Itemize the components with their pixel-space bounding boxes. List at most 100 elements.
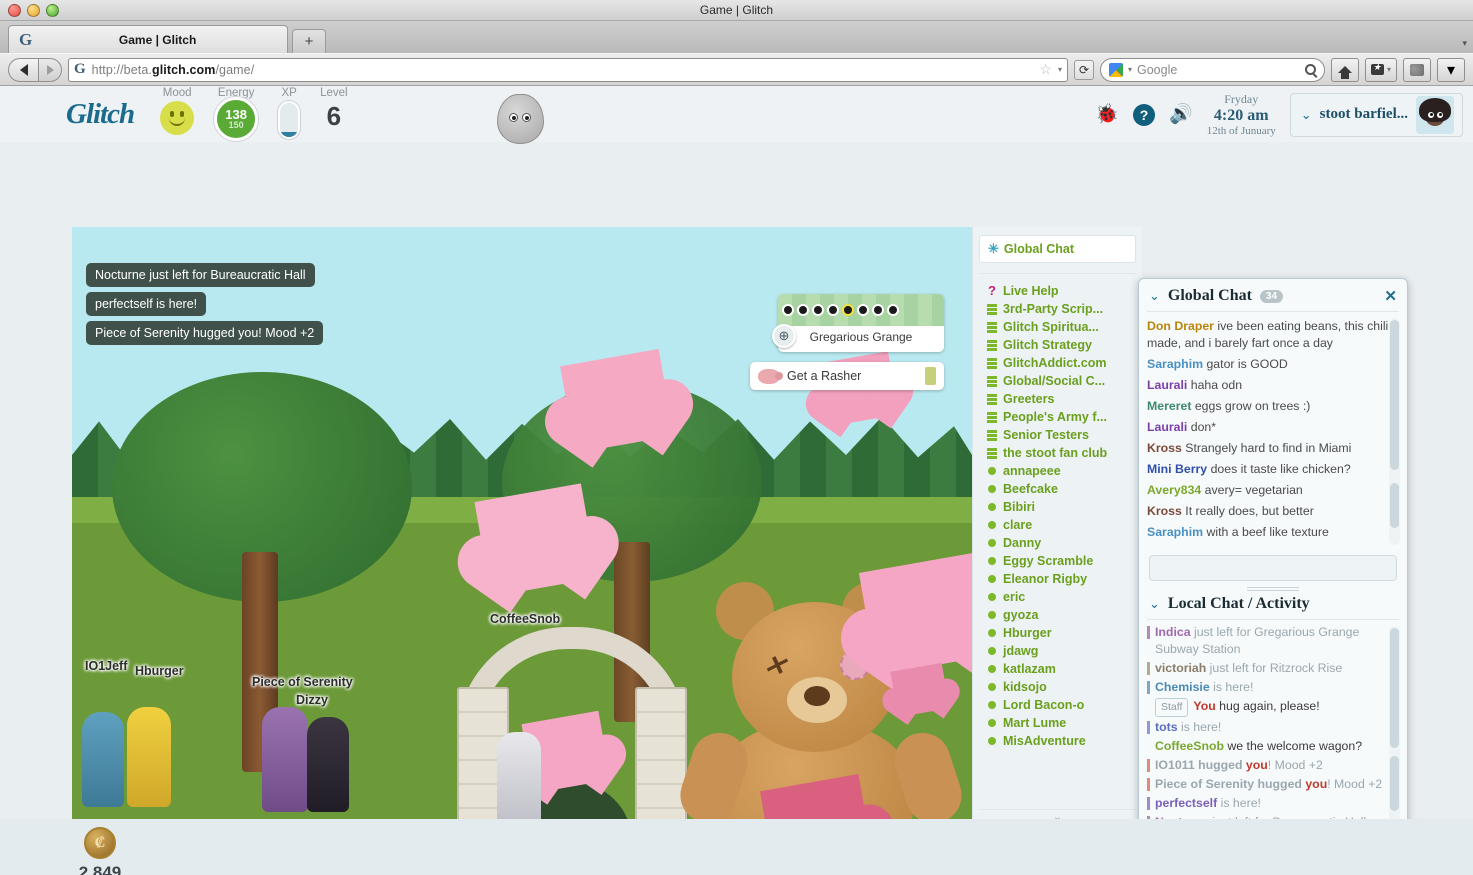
friend-list-item[interactable]: Glitch Strategy xyxy=(987,336,1130,354)
friend-list-item[interactable]: Beefcake xyxy=(987,480,1130,498)
minimap-zoom-icon[interactable]: ⊕ xyxy=(772,324,796,348)
activity-author[interactable]: Piece of Serenity hugged xyxy=(1155,777,1302,791)
friend-list-item[interactable]: Lord Bacon-o xyxy=(987,696,1130,714)
back-button[interactable] xyxy=(8,57,38,82)
chat-message-author[interactable]: Laurali xyxy=(1147,420,1191,434)
energy-stat[interactable]: Energy 138 150 xyxy=(214,87,259,141)
friend-list-item[interactable]: Greeters xyxy=(987,390,1130,408)
activity-author[interactable]: IO1011 hugged xyxy=(1155,758,1242,772)
friend-list-item[interactable]: kidsojo xyxy=(987,678,1130,696)
sound-icon[interactable]: 🔊 xyxy=(1169,105,1193,124)
friend-list-item[interactable]: Glitch Spiritua... xyxy=(987,318,1130,336)
minimap[interactable]: Gregarious Grange xyxy=(778,294,944,352)
chat-message-author[interactable]: Don Draper xyxy=(1147,319,1217,333)
user-menu-button[interactable]: ⌄ stoot barfiel... xyxy=(1289,92,1463,137)
tab-list-chevron-icon[interactable]: ▾ xyxy=(1462,38,1467,49)
local-chat-messages[interactable]: Indica just left for Gregarious Grange S… xyxy=(1147,619,1400,837)
search-input[interactable]: Google xyxy=(1137,63,1300,77)
player-character[interactable] xyxy=(497,732,541,830)
activity-author[interactable]: perfectself xyxy=(1155,796,1217,810)
local-chat-scrollbar[interactable] xyxy=(1389,626,1400,833)
friend-list-item[interactable]: Eleanor Rigby xyxy=(987,570,1130,588)
friend-list-item[interactable]: annapeee xyxy=(987,462,1130,480)
glitch-logo[interactable]: Glitch xyxy=(66,98,135,131)
bookmark-chevron-icon[interactable]: ▾ xyxy=(1058,65,1062,74)
friend-list-item[interactable]: ? Live Help xyxy=(987,282,1130,300)
friend-list-item[interactable]: MisAdventure xyxy=(987,732,1130,750)
currants-display[interactable]: ₡ 2,849 Currants xyxy=(70,827,130,875)
close-icon[interactable]: ✕ xyxy=(1384,287,1397,305)
forward-button[interactable] xyxy=(38,57,62,82)
minimap-stop[interactable] xyxy=(827,304,839,316)
minimap-stop[interactable] xyxy=(857,304,869,316)
activity-author[interactable]: CoffeeSnob xyxy=(1155,739,1224,753)
minimap-stop[interactable] xyxy=(797,304,809,316)
chat-message-author[interactable]: Laurali xyxy=(1147,378,1191,392)
bookmarks-button[interactable]: ▾ xyxy=(1364,57,1397,82)
resize-grip[interactable] xyxy=(1139,585,1407,593)
player-character[interactable] xyxy=(307,717,349,812)
local-chat-chevron-down-icon[interactable]: ⌄ xyxy=(1149,596,1160,612)
tools-button[interactable] xyxy=(1403,57,1431,82)
chat-message-author[interactable]: Mereret xyxy=(1147,399,1195,413)
activity-author[interactable]: tots xyxy=(1155,720,1178,734)
global-chat-input[interactable] xyxy=(1149,555,1397,581)
chat-message-author[interactable]: Saraphim xyxy=(1147,525,1206,539)
activity-author[interactable]: victoriah xyxy=(1155,661,1206,675)
chat-message-author[interactable]: Mini Berry xyxy=(1147,462,1211,476)
home-button[interactable] xyxy=(1330,57,1359,82)
friend-list-item[interactable]: Bibiri xyxy=(987,498,1130,516)
player-character[interactable] xyxy=(82,712,124,807)
bug-report-icon[interactable]: 🐞 xyxy=(1095,105,1119,124)
friend-list-item[interactable]: gyoza xyxy=(987,606,1130,624)
global-chat-chevron-down-icon[interactable]: ⌄ xyxy=(1149,288,1160,304)
search-bar[interactable]: ▾ Google xyxy=(1099,57,1325,82)
new-tab-button[interactable]: + xyxy=(292,29,326,53)
friend-list-item[interactable]: GlitchAddict.com xyxy=(987,354,1130,372)
friend-list-item[interactable]: eric xyxy=(987,588,1130,606)
player-character[interactable] xyxy=(262,707,308,812)
friend-list-item[interactable]: 3rd-Party Scrip... xyxy=(987,300,1130,318)
global-chat-header[interactable]: ⌄ Global Chat 34 ✕ xyxy=(1139,279,1407,311)
help-icon[interactable]: ? xyxy=(1133,103,1156,126)
friend-list-item[interactable]: People's Army f... xyxy=(987,408,1130,426)
tools-menu-chevron[interactable]: ▾ xyxy=(1437,57,1465,82)
global-chat-scrollbar[interactable] xyxy=(1389,318,1400,545)
player-character[interactable] xyxy=(127,707,171,807)
minimap-stop-current[interactable] xyxy=(842,304,854,316)
address-bar[interactable]: G http://beta.glitch.com/game/ ☆ ▾ xyxy=(68,57,1068,82)
friend-list-item[interactable]: Senior Testers xyxy=(987,426,1130,444)
reload-button[interactable]: ⟳ xyxy=(1073,59,1094,80)
activity-author[interactable]: You xyxy=(1193,699,1215,713)
quest-tracker[interactable]: Get a Rasher xyxy=(750,362,944,390)
friend-list-item[interactable]: Mart Lume xyxy=(987,714,1130,732)
friend-list-item[interactable]: Danny xyxy=(987,534,1130,552)
friend-list-item[interactable]: katlazam xyxy=(987,660,1130,678)
activity-author[interactable]: Indica xyxy=(1155,625,1191,639)
bookmark-star-icon[interactable]: ☆ xyxy=(1039,61,1052,78)
friend-list-item[interactable]: the stoot fan club xyxy=(987,444,1130,462)
search-icon[interactable] xyxy=(1304,64,1316,75)
minimap-stop[interactable] xyxy=(812,304,824,316)
chat-message-author[interactable]: Kross xyxy=(1147,504,1185,518)
local-chat-header[interactable]: ⌄ Local Chat / Activity xyxy=(1139,593,1407,619)
minimap-stop[interactable] xyxy=(887,304,899,316)
level-stat[interactable]: Level 6 xyxy=(320,87,348,129)
chat-message-author[interactable]: Saraphim xyxy=(1147,357,1206,371)
friend-list-item[interactable]: Eggy Scramble xyxy=(987,552,1130,570)
global-chat-messages[interactable]: Don Draper ive been eating beans, this c… xyxy=(1147,311,1400,549)
chat-message-author[interactable]: Kross xyxy=(1147,441,1185,455)
friend-list[interactable]: ? Live Help 3rd-Party Scrip... Glitch Spiri… xyxy=(979,273,1136,809)
global-chat-tab[interactable]: ✳ Global Chat xyxy=(979,235,1136,263)
activity-author[interactable]: Chemisie xyxy=(1155,680,1210,694)
chat-message-author[interactable]: Avery834 xyxy=(1147,483,1205,497)
minimap-stop[interactable] xyxy=(782,304,794,316)
xp-stat[interactable]: XP xyxy=(278,87,301,139)
rock-character[interactable] xyxy=(497,94,544,144)
minimap-stop[interactable] xyxy=(872,304,884,316)
search-engine-chevron-icon[interactable]: ▾ xyxy=(1128,65,1132,74)
avatar[interactable] xyxy=(1416,95,1454,134)
friend-list-item[interactable]: jdawg xyxy=(987,642,1130,660)
tab-game-glitch[interactable]: G Game | Glitch xyxy=(8,25,288,53)
friend-list-item[interactable]: clare xyxy=(987,516,1130,534)
